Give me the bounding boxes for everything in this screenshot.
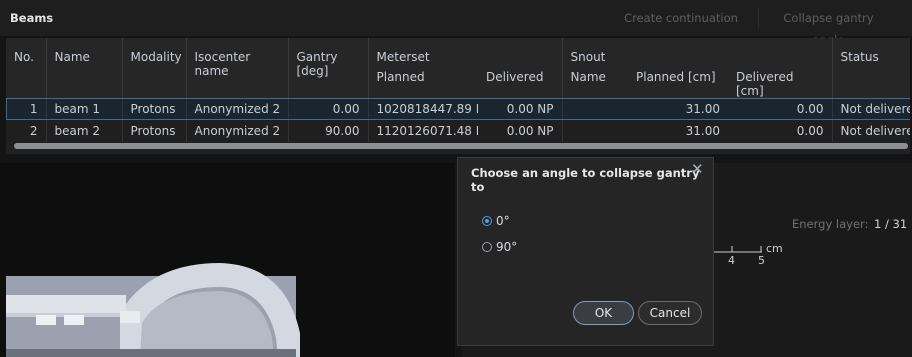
cell-meterset-delivered: 0.00 NP xyxy=(478,98,563,120)
col-header-snout-planned[interactable]: Planned [cm] xyxy=(628,38,728,98)
col-header-meterset-delivered[interactable]: Delivered xyxy=(478,38,563,98)
cancel-button[interactable]: Cancel xyxy=(638,301,702,325)
radio-selected-icon[interactable] xyxy=(482,216,492,226)
cell-modality: Protons xyxy=(122,98,187,120)
beams-table: No. Name Modality Isocenter name Gantry … xyxy=(6,38,910,154)
create-continuation-button[interactable]: Create continuation xyxy=(614,7,748,29)
energy-layer-value: 1 / 31 xyxy=(874,217,908,231)
radio-option-0[interactable]: 0° xyxy=(482,214,510,228)
col-header-gantry[interactable]: Gantry [deg] xyxy=(288,38,369,98)
table-header-row: No. Name Modality Isocenter name Gantry … xyxy=(6,38,910,98)
cell-meterset-planned: 1020818447.89 NP xyxy=(376,102,479,116)
close-icon[interactable]: ✕ xyxy=(691,160,704,178)
dialog-title: Choose an angle to collapse gantry to xyxy=(471,166,700,194)
beams-title: Beams xyxy=(10,11,54,25)
cell-modality: Protons xyxy=(122,120,187,142)
cell-snout-planned: 31.00 xyxy=(685,102,720,116)
cell-no: 1 xyxy=(6,98,47,120)
drr-image xyxy=(6,263,300,357)
col-header-snout-name[interactable]: Snout Name xyxy=(562,38,628,98)
cell-snout-name xyxy=(562,120,628,142)
ok-button[interactable]: OK xyxy=(573,301,634,325)
col-header-name[interactable]: Name xyxy=(46,38,123,98)
col-header-status[interactable]: Status xyxy=(832,38,910,98)
collapse-gantry-angle-button[interactable]: Collapse gantry angle xyxy=(758,7,898,47)
cell-meterset-planned: 1120126071.48 NP xyxy=(376,124,479,138)
table-row[interactable]: 1 beam 1 Protons Anonymized 2 0.00 10208… xyxy=(6,98,910,120)
radio-option-90[interactable]: 90° xyxy=(482,240,517,254)
cell-name: beam 1 xyxy=(46,98,123,120)
scale-label-5: 5 xyxy=(758,254,765,267)
cell-snout-name xyxy=(562,98,628,120)
collapse-gantry-dialog: Choose an angle to collapse gantry to ✕ … xyxy=(457,157,714,346)
cell-no: 2 xyxy=(6,120,47,142)
cell-status: Not delivered xyxy=(832,98,910,120)
drr-viewer[interactable] xyxy=(0,163,455,357)
cell-status: Not delivered xyxy=(832,120,910,142)
cell-meterset-delivered: 0.00 NP xyxy=(478,120,563,142)
beams-header: Beams Create continuation Collapse gantr… xyxy=(0,0,912,47)
scrollbar-thumb[interactable] xyxy=(14,143,908,149)
col-header-no[interactable]: No. xyxy=(6,38,47,98)
col-header-isocenter[interactable]: Isocenter name xyxy=(186,38,289,98)
cell-snout-delivered: 0.00 xyxy=(728,98,833,120)
cell-name: beam 2 xyxy=(46,120,123,142)
energy-layer-label: Energy layer: xyxy=(792,217,869,231)
cell-snout-planned: 31.00 xyxy=(685,124,720,138)
cell-gantry: 90.00 xyxy=(288,120,369,142)
cell-snout-delivered: 0.00 xyxy=(728,120,833,142)
radio-label-90: 90° xyxy=(496,240,518,254)
radio-unselected-icon[interactable] xyxy=(482,242,492,252)
col-header-modality[interactable]: Modality xyxy=(122,38,187,98)
cell-isocenter: Anonymized 2 xyxy=(186,120,289,142)
cell-isocenter: Anonymized 2 xyxy=(186,98,289,120)
horizontal-scrollbar[interactable] xyxy=(14,143,908,149)
scale-unit: cm xyxy=(766,242,783,255)
col-header-meterset-planned[interactable]: Meterset Planned xyxy=(368,38,478,98)
scale-label-4: 4 xyxy=(728,254,735,267)
col-header-snout-delivered[interactable]: Delivered [cm] xyxy=(728,38,833,98)
table-row[interactable]: 2 beam 2 Protons Anonymized 2 90.00 1120… xyxy=(6,120,910,142)
radio-label-0: 0° xyxy=(496,214,510,228)
cell-gantry: 0.00 xyxy=(288,98,369,120)
